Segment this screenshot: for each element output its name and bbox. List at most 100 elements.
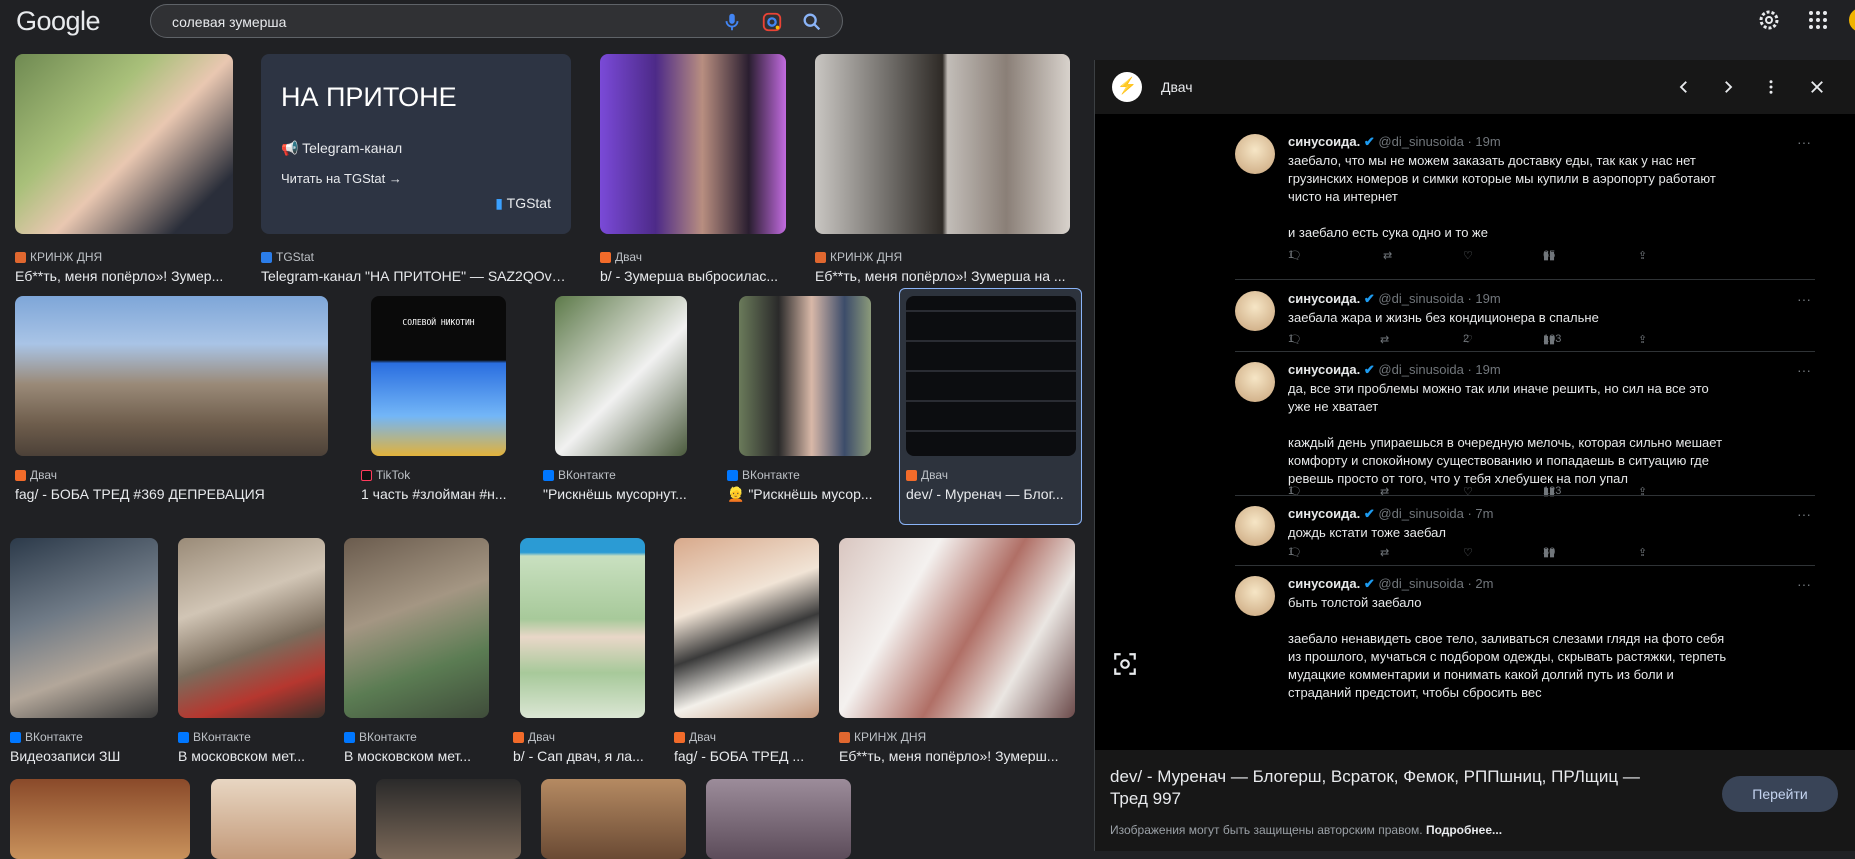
result-thumbnail[interactable] — [15, 54, 233, 234]
tweet-avatar — [1235, 576, 1275, 616]
chevron-right-icon[interactable] — [1719, 78, 1737, 96]
result-title[interactable]: dev/ - Муренач — Блог... — [906, 486, 1076, 502]
verified-icon: ✔ — [1363, 134, 1375, 149]
close-icon[interactable] — [1808, 78, 1826, 96]
tweet-author: синусоида. — [1288, 134, 1361, 149]
result-title[interactable]: 1 часть #злойман #н... — [361, 486, 513, 502]
lens-icon[interactable] — [761, 11, 783, 33]
result-title[interactable]: 👱 "Рискнёшь мусор... — [727, 486, 879, 503]
microphone-icon[interactable] — [721, 11, 743, 33]
learn-more-link[interactable]: Подробнее... — [1426, 823, 1502, 837]
result-thumbnail[interactable] — [178, 538, 325, 718]
reply-count: 1 — [1288, 333, 1295, 345]
like-icon: ♡ — [1463, 486, 1473, 498]
result-thumbnail[interactable] — [10, 779, 190, 859]
result-thumbnail[interactable] — [706, 779, 851, 859]
tweet-text: дождь кстати тоже заебал — [1288, 525, 1446, 540]
result-title[interactable]: Еб**ть, меня попёрло»! Зумерш... — [839, 748, 1075, 764]
result-title[interactable]: fag/ - БОБА ТРЕД ... — [674, 748, 819, 764]
more-horiz-icon: ··· — [1797, 134, 1811, 150]
tweet-avatar — [1235, 362, 1275, 402]
google-logo[interactable]: Google — [16, 6, 101, 37]
result-title[interactable]: Еб**ть, меня попёрло»! Зумерша на ... — [815, 268, 1070, 284]
like-icon: ♡ — [1463, 250, 1473, 262]
result-title[interactable]: В московском мет... — [178, 748, 325, 764]
view-count: 30 — [1543, 546, 1556, 558]
site-favicon-icon — [15, 251, 26, 263]
tweet-handle: @di_sinusoida · 7m — [1378, 506, 1494, 521]
tweet-text: заебало, что мы не можем заказать достав… — [1288, 153, 1716, 240]
result-thumbnail[interactable] — [815, 54, 1070, 234]
divider — [1235, 495, 1815, 496]
result-title[interactable]: fag/ - БОБА ТРЕД #369 ДЕПРЕВАЦИЯ — [15, 486, 328, 502]
avatar[interactable] — [1849, 8, 1855, 32]
search-icon[interactable] — [801, 11, 823, 33]
result-source: ВКонтакте — [558, 468, 616, 482]
chevron-left-icon[interactable] — [1675, 78, 1693, 96]
site-favicon-icon — [513, 731, 524, 743]
site-favicon-icon — [674, 731, 685, 743]
result-title[interactable]: b/ - Сап двач, я ла... — [513, 748, 645, 764]
share-icon: ⇪ — [1638, 334, 1648, 346]
panel-site-name[interactable]: Двач — [1161, 79, 1193, 95]
search-input[interactable]: солевая зумерша — [172, 14, 286, 30]
more-vert-icon[interactable] — [1762, 78, 1780, 96]
result-thumbnail[interactable] — [520, 538, 645, 718]
site-favicon-icon — [839, 731, 850, 743]
result-thumbnail[interactable] — [10, 538, 158, 718]
panel-header: ⚡ Двач — [1095, 60, 1855, 114]
tweet-avatar — [1235, 291, 1275, 331]
result-source: Двач — [528, 730, 556, 744]
preview-image[interactable]: синусоида. ✔ @di_sinusoida · 19m ··· зае… — [1095, 114, 1855, 810]
verified-icon: ✔ — [1363, 576, 1375, 591]
result-thumbnail[interactable] — [376, 779, 521, 859]
result-thumbnail[interactable] — [739, 296, 871, 456]
visit-button[interactable]: Перейти — [1722, 776, 1838, 812]
image-results-grid: КРИНЖ ДНЯ Еб**ть, меня попёрло»! Зумер..… — [0, 44, 1090, 859]
more-horiz-icon: ··· — [1797, 291, 1811, 307]
tweet: синусоида. ✔ @di_sinusoida · 19m ··· зае… — [1235, 134, 1835, 274]
site-logo-icon: ⚡ — [1112, 72, 1142, 102]
result-thumbnail[interactable]: СОЛЕВОЙ НИКОТИН — [371, 296, 506, 456]
result-title[interactable]: "Рискнёшь мусорнут... — [543, 486, 708, 502]
tweet-author: синусоида. — [1288, 506, 1361, 521]
panel-title[interactable]: dev/ - Муренач — Блогерш, Всраток, Фемок… — [1110, 766, 1640, 810]
result-thumbnail[interactable] — [906, 296, 1076, 456]
panel-footer: dev/ - Муренач — Блогерш, Всраток, Фемок… — [1095, 750, 1855, 851]
vk-icon — [344, 731, 355, 743]
result-thumbnail[interactable] — [211, 779, 356, 859]
result-title[interactable]: Еб**ть, меня попёрло»! Зумер... — [15, 268, 233, 284]
gear-icon[interactable] — [1757, 8, 1781, 32]
result-title[interactable]: Telegram-канал "НА ПРИТОНЕ" — SAZ2QOv1..… — [261, 268, 571, 284]
result-thumbnail[interactable] — [600, 54, 786, 234]
site-favicon-icon — [600, 251, 611, 263]
copyright-notice: Изображения могут быть защищены авторски… — [1110, 823, 1423, 837]
share-icon: ⇪ — [1638, 486, 1648, 498]
view-count: 103 — [1543, 333, 1562, 345]
tweet-handle: @di_sinusoida · 19m — [1378, 362, 1501, 377]
tweet-handle: @di_sinusoida · 19m — [1378, 134, 1501, 149]
result-thumbnail[interactable] — [674, 538, 819, 718]
result-thumbnail[interactable]: НА ПРИТОНЕ 📢 Telegram-канал Читать на TG… — [261, 54, 571, 234]
result-title[interactable]: В московском мет... — [344, 748, 489, 764]
preview-panel: ⚡ Двач синусоида. ✔ @di_sinusoida · 19m … — [1094, 60, 1855, 851]
more-horiz-icon: ··· — [1797, 362, 1811, 378]
result-thumbnail[interactable] — [15, 296, 328, 456]
result-thumbnail[interactable] — [839, 538, 1075, 718]
view-count: 65 — [1543, 249, 1556, 261]
apps-grid-icon[interactable] — [1806, 8, 1830, 32]
lens-search-icon[interactable] — [1112, 651, 1138, 677]
more-horiz-icon: ··· — [1797, 576, 1811, 592]
search-box[interactable]: солевая зумерша — [150, 4, 843, 38]
result-thumbnail[interactable] — [541, 779, 686, 859]
result-thumbnail[interactable] — [555, 296, 687, 456]
result-title[interactable]: b/ - Зумерша выбросилас... — [600, 268, 786, 284]
result-thumbnail[interactable] — [344, 538, 489, 718]
tgstat-card-link: Читать на TGStat — [281, 171, 386, 186]
tgstat-card-heading: НА ПРИТОНЕ — [281, 82, 457, 112]
verified-icon: ✔ — [1363, 506, 1375, 521]
tweet-author: синусоида. — [1288, 362, 1361, 377]
result-title[interactable]: Видеозаписи ЗШ — [10, 748, 160, 764]
result-source: КРИНЖ ДНЯ — [854, 730, 927, 744]
divider — [1235, 565, 1815, 566]
